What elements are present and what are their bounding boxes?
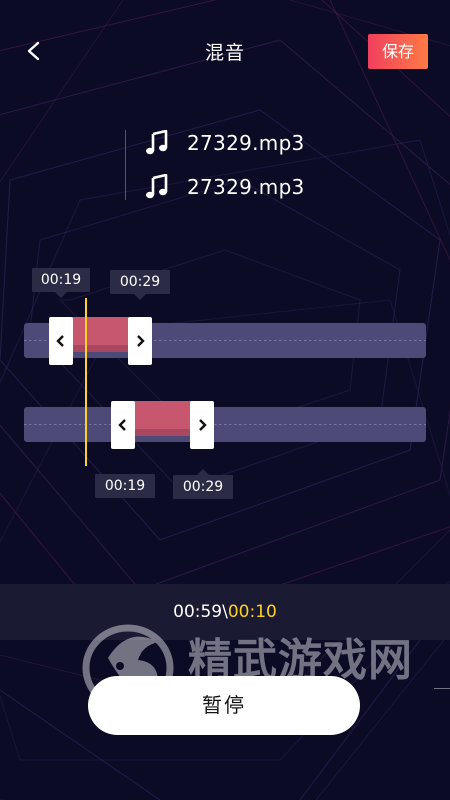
- file-item-2: 27329.mp3: [145, 172, 305, 202]
- track-2-left-handle[interactable]: [111, 401, 135, 449]
- chevron-left-icon: [118, 419, 126, 431]
- track-2-selection[interactable]: [134, 401, 192, 436]
- total-duration: 00:59: [173, 602, 223, 622]
- pause-button[interactable]: 暂停: [88, 676, 360, 735]
- track-1-end-time: 00:29: [110, 270, 170, 300]
- track-1-right-handle[interactable]: [128, 317, 152, 365]
- track-1-selection[interactable]: [72, 317, 130, 352]
- current-time: 00:10: [227, 602, 277, 622]
- playback-time-bar: 00:59\00:10: [0, 584, 450, 640]
- chevron-right-icon: [137, 335, 145, 347]
- track-2-start-time: 00:19: [95, 474, 155, 498]
- save-button[interactable]: 保存: [368, 34, 428, 69]
- playhead-line[interactable]: [85, 298, 87, 466]
- back-button[interactable]: [14, 36, 50, 66]
- chevron-left-icon: [27, 41, 40, 61]
- track-1-start-time: 00:19: [32, 268, 90, 298]
- file-item-1: 27329.mp3: [145, 128, 305, 158]
- chevron-left-icon: [56, 335, 64, 347]
- chevron-right-icon: [199, 419, 207, 431]
- file-name: 27329.mp3: [187, 131, 305, 155]
- track-2-right-handle[interactable]: [190, 401, 214, 449]
- file-list-divider: [125, 130, 126, 200]
- music-note-icon: [146, 130, 168, 155]
- music-note-icon: [146, 174, 168, 199]
- track-1-left-handle[interactable]: [49, 317, 73, 365]
- file-name: 27329.mp3: [187, 175, 305, 199]
- track-2-end-time: 00:29: [173, 469, 233, 499]
